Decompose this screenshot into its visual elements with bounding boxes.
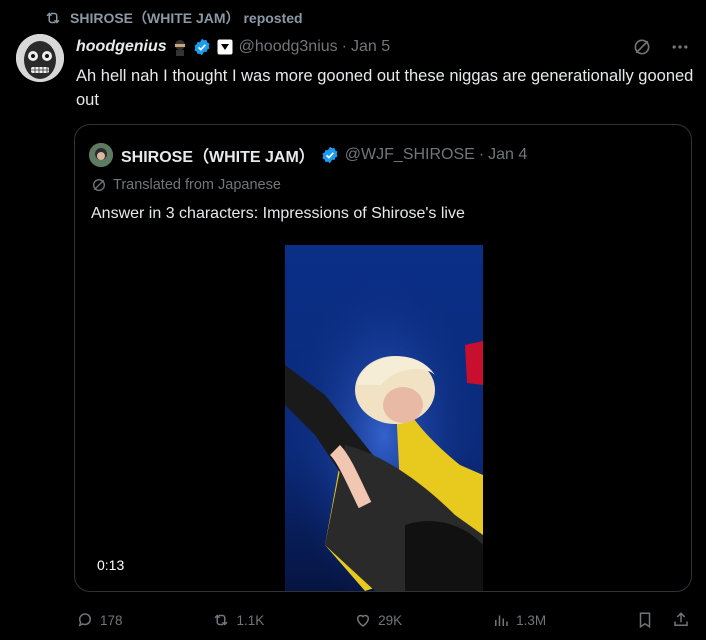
repost-icon xyxy=(46,12,60,24)
separator-dot: · xyxy=(478,146,485,163)
quoted-header: SHIROSE（WHITE JAM） @WJF_SHIROSE · Jan 4 xyxy=(89,143,527,167)
tweet-text: Ah hell nah I thought I was more gooned … xyxy=(76,67,694,109)
video-player[interactable] xyxy=(285,245,483,591)
reply-count: 178 xyxy=(100,612,123,628)
tweet-date[interactable]: Jan 5 xyxy=(351,38,390,56)
views-button[interactable]: 1.3M xyxy=(492,611,546,629)
author-handle[interactable]: @hoodg3nius xyxy=(239,38,338,56)
translate-icon xyxy=(93,179,105,191)
author-name[interactable]: hoodgenius xyxy=(76,38,167,56)
verified-badge-icon[interactable] xyxy=(321,146,339,164)
view-count: 1.3M xyxy=(516,612,547,628)
quoted-text: Answer in 3 characters: Impressions of S… xyxy=(91,205,465,222)
repost-count: 1.1K xyxy=(236,612,265,628)
quoted-avatar[interactable] xyxy=(89,143,113,167)
quoted-author-handle[interactable]: @WJF_SHIROSE xyxy=(345,146,475,164)
quoted-date[interactable]: Jan 4 xyxy=(488,146,527,164)
grok-icon[interactable] xyxy=(632,37,652,57)
repost-icon xyxy=(214,614,228,626)
quoted-tweet[interactable]: SHIROSE（WHITE JAM） @WJF_SHIROSE · Jan 4 … xyxy=(74,124,692,592)
like-count: 29K xyxy=(378,612,403,628)
more-options-icon[interactable] xyxy=(670,37,690,57)
bookmark-button[interactable] xyxy=(636,611,654,629)
reply-button[interactable]: 178 xyxy=(76,611,123,629)
like-button[interactable]: 29K xyxy=(354,611,402,629)
heart-icon xyxy=(357,614,370,627)
analytics-icon xyxy=(495,615,508,626)
video-timestamp: 0:13 xyxy=(91,555,131,575)
share-icon xyxy=(674,612,688,626)
repost-label: SHIROSE（WHITE JAM） reposted xyxy=(70,10,303,26)
reply-icon xyxy=(78,613,91,627)
affiliate-badge-icon[interactable] xyxy=(217,39,233,55)
avatar[interactable] xyxy=(16,34,64,82)
repost-context[interactable]: SHIROSE（WHITE JAM） reposted xyxy=(44,8,303,28)
ninja-emoji-icon xyxy=(174,40,185,56)
separator-dot: · xyxy=(341,38,347,55)
action-bar-right xyxy=(636,611,690,629)
repost-button[interactable]: 1.1K xyxy=(212,611,264,629)
bookmark-icon xyxy=(639,612,651,629)
quoted-author-name[interactable]: SHIROSE（WHITE JAM） xyxy=(121,143,315,167)
share-button[interactable] xyxy=(672,611,690,629)
verified-badge-icon[interactable] xyxy=(193,38,211,56)
translation-notice: Translated from Japanese xyxy=(91,177,281,193)
translation-label: Translated from Japanese xyxy=(113,177,281,193)
action-bar: 178 1.1K 29K 1.3M xyxy=(76,606,690,634)
tweet-header: hoodgenius @hoodg3nius · Jan 5 xyxy=(76,36,690,58)
